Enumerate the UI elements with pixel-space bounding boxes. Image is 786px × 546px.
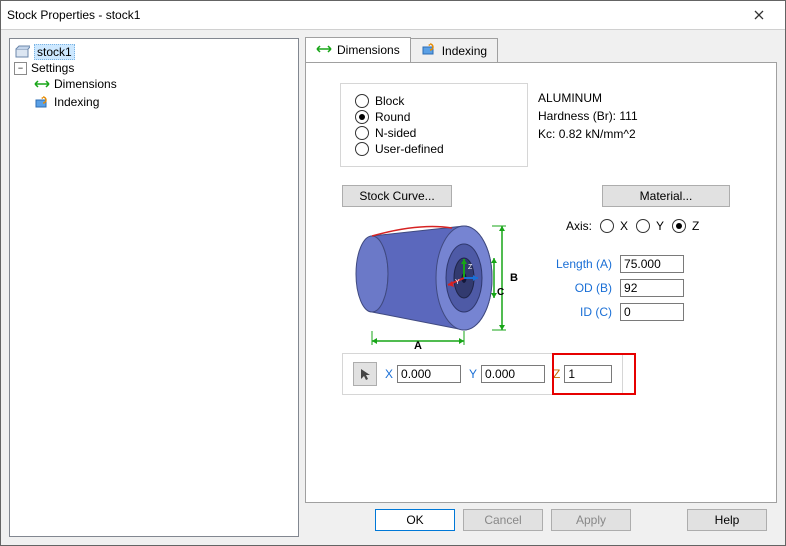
right-pane: Dimensions Indexing Block (305, 38, 777, 537)
tab-label: Indexing (442, 44, 487, 58)
tree-label-indexing: Indexing (54, 95, 99, 109)
dimension-inputs: Length (A) OD (B) ID (C) (556, 249, 684, 327)
origin-group: X Y Z (342, 353, 623, 395)
shape-group: Block Round N-sided User-defined (340, 83, 528, 167)
stock-icon (14, 44, 30, 60)
id-input[interactable] (620, 303, 684, 321)
od-input[interactable] (620, 279, 684, 297)
axis-x[interactable]: X (600, 219, 628, 233)
title-bar: Stock Properties - stock1 (1, 1, 785, 30)
material-hardness: Hardness (Br): 111 (538, 107, 638, 125)
collapse-icon[interactable]: − (14, 62, 27, 75)
radio-round[interactable]: Round (355, 110, 513, 124)
dialog-window: Stock Properties - stock1 stock1 (0, 0, 786, 546)
cancel-button[interactable]: Cancel (463, 509, 543, 531)
dimensions-arrows-icon (34, 76, 50, 92)
y-label: Y (469, 367, 477, 381)
length-input[interactable] (620, 255, 684, 273)
axis-y[interactable]: Y (636, 219, 664, 233)
origin-x-input[interactable] (397, 365, 461, 383)
tree-node-dimensions[interactable]: Dimensions (14, 76, 294, 92)
radio-label: Z (692, 219, 699, 233)
apply-button[interactable]: Apply (551, 509, 631, 531)
x-label: X (385, 367, 393, 381)
tab-content: Block Round N-sided User-defined (305, 63, 777, 503)
radio-label: X (620, 219, 628, 233)
axis-selector: Axis: X Y Z (566, 219, 699, 233)
od-label: OD (B) (575, 281, 612, 295)
axis-z[interactable]: Z (672, 219, 699, 233)
close-button[interactable] (739, 1, 779, 29)
radio-icon (355, 126, 369, 140)
tab-indexing[interactable]: Indexing (410, 38, 498, 62)
radio-userdef[interactable]: User-defined (355, 142, 513, 156)
stock-diagram: Y Z B C A (342, 219, 522, 352)
radio-icon (355, 94, 369, 108)
dimensions-arrows-icon (316, 43, 332, 57)
svg-text:Y: Y (455, 279, 460, 286)
tree-node-indexing[interactable]: Indexing (14, 94, 294, 110)
radio-nsided[interactable]: N-sided (355, 126, 513, 140)
cursor-icon (358, 367, 372, 381)
tree-node-settings[interactable]: − Settings (14, 61, 294, 75)
indexing-icon (421, 42, 437, 59)
axis-label: Axis: (566, 219, 592, 233)
id-label: ID (C) (580, 305, 612, 319)
tree-label-settings: Settings (31, 61, 74, 75)
radio-icon (600, 219, 614, 233)
close-icon (754, 10, 764, 20)
origin-z-input[interactable] (564, 365, 612, 383)
radio-icon (355, 142, 369, 156)
tree-node-root[interactable]: stock1 (14, 44, 294, 60)
diagram-label-a: A (414, 340, 422, 349)
dialog-body: stock1 − Settings (1, 30, 785, 545)
stock-curve-button[interactable]: Stock Curve... (342, 185, 452, 207)
origin-y-input[interactable] (481, 365, 545, 383)
pick-point-button[interactable] (353, 362, 377, 386)
help-button[interactable]: Help (687, 509, 767, 531)
tab-strip: Dimensions Indexing (305, 38, 777, 63)
radio-label: Block (375, 94, 404, 108)
radio-label: N-sided (375, 126, 416, 140)
material-info: ALUMINUM Hardness (Br): 111 Kc: 0.82 kN/… (538, 89, 638, 143)
diagram-label-b: B (510, 272, 518, 284)
radio-label: Round (375, 110, 410, 124)
tree: stock1 − Settings (14, 43, 294, 113)
radio-icon (672, 219, 686, 233)
tree-label-dimensions: Dimensions (54, 77, 117, 91)
tree-pane: stock1 − Settings (9, 38, 299, 537)
tree-label-root: stock1 (34, 44, 75, 60)
material-kc: Kc: 0.82 kN/mm^2 (538, 125, 638, 143)
window-title: Stock Properties - stock1 (7, 8, 739, 22)
material-button[interactable]: Material... (602, 185, 730, 207)
radio-label: User-defined (375, 142, 444, 156)
indexing-icon (34, 94, 50, 110)
radio-icon (636, 219, 650, 233)
svg-text:Z: Z (468, 264, 473, 271)
diagram-label-c: C (497, 287, 504, 298)
length-label: Length (A) (556, 257, 612, 271)
radio-label: Y (656, 219, 664, 233)
tab-dimensions[interactable]: Dimensions (305, 37, 411, 62)
ok-button[interactable]: OK (375, 509, 455, 531)
dialog-footer: OK Cancel Apply Help (305, 503, 777, 537)
radio-block[interactable]: Block (355, 94, 513, 108)
z-label: Z (553, 367, 560, 381)
material-name: ALUMINUM (538, 89, 638, 107)
tab-label: Dimensions (337, 43, 400, 57)
radio-icon (355, 110, 369, 124)
